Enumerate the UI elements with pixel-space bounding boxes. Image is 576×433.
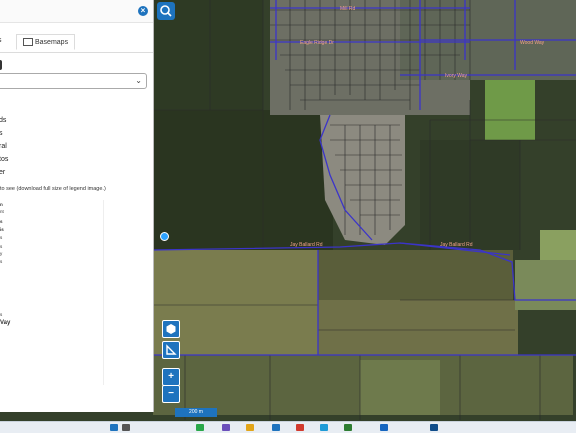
folder-icon[interactable]: [246, 424, 254, 431]
search-button[interactable]: [157, 2, 175, 20]
app-icon[interactable]: [320, 424, 328, 431]
zoom-out-button[interactable]: −: [162, 385, 180, 403]
chevron-down-icon: ⌄: [135, 76, 142, 85]
road-label: Jay Ballard Rd: [290, 242, 323, 248]
legend-item: s: [0, 235, 3, 240]
layer-item[interactable]: s: [0, 127, 8, 140]
scale-bar: 200 m: [175, 408, 217, 417]
legend-item: is: [0, 227, 4, 232]
hexagon-icon: [166, 324, 176, 334]
tab-basemaps[interactable]: Basemaps: [16, 34, 76, 50]
tab-layers[interactable]: s: [0, 37, 2, 44]
open-field: [515, 260, 576, 310]
layer-toggle[interactable]: [0, 60, 2, 70]
close-icon[interactable]: ×: [138, 6, 148, 16]
open-field: [360, 360, 440, 415]
road-label: Jay Ballard Rd: [440, 242, 473, 248]
taskbar: [0, 421, 576, 433]
open-field: [153, 250, 318, 355]
draw-polygon-button[interactable]: [162, 320, 180, 338]
legend-item: s: [0, 259, 3, 264]
basemap-icon: [23, 38, 33, 46]
ruler-icon: [166, 344, 177, 355]
app-icon[interactable]: [430, 424, 438, 431]
start-icon[interactable]: [110, 424, 118, 431]
layer-panel: × s Basemaps ⌄ ds s ral tos er to see (d…: [0, 0, 154, 412]
app-icon[interactable]: [296, 424, 304, 431]
legend-item: nt: [0, 209, 4, 214]
sports-field: [485, 80, 535, 140]
legend-item: s: [0, 244, 3, 249]
road-label: Eagle Ridge Dr: [300, 40, 334, 46]
browser-icon[interactable]: [272, 424, 280, 431]
legend-note[interactable]: to see (download full size of legend ima…: [0, 186, 106, 192]
road-label: Ivory Way: [445, 73, 468, 79]
layer-list: ds s ral tos er: [0, 114, 8, 179]
measure-button[interactable]: [162, 341, 180, 359]
app-icon[interactable]: [222, 424, 230, 431]
legend-item: Vay: [0, 320, 11, 326]
legend-item: s: [0, 219, 3, 224]
zoom-in-button[interactable]: +: [162, 368, 180, 386]
legend-item: n: [0, 202, 3, 207]
open-field: [318, 300, 518, 355]
legend-item: s: [0, 312, 3, 317]
legend-image: n nt s is s s y s s Vay: [0, 200, 104, 385]
layer-item[interactable]: tos: [0, 153, 8, 166]
app-icon[interactable]: [344, 424, 352, 431]
app-icon[interactable]: [196, 424, 204, 431]
layer-select[interactable]: ⌄: [0, 73, 147, 89]
app-icon[interactable]: [380, 424, 388, 431]
location-marker[interactable]: [160, 232, 169, 241]
search-icon: [160, 5, 172, 17]
forest-patch: [153, 110, 333, 250]
panel-tabs: s Basemaps: [0, 34, 153, 53]
road-label: Mill Rd: [340, 6, 355, 12]
sports-field: [540, 230, 576, 260]
search-icon[interactable]: [122, 424, 130, 431]
layer-item[interactable]: ds: [0, 114, 8, 127]
legend-item: y: [0, 251, 3, 256]
panel-header: ×: [0, 0, 153, 23]
layer-item[interactable]: ral: [0, 140, 8, 153]
open-field: [318, 250, 513, 300]
road-label: Wood Way: [520, 40, 545, 46]
layer-item[interactable]: er: [0, 166, 8, 179]
tab-basemaps-label: Basemaps: [35, 38, 69, 46]
